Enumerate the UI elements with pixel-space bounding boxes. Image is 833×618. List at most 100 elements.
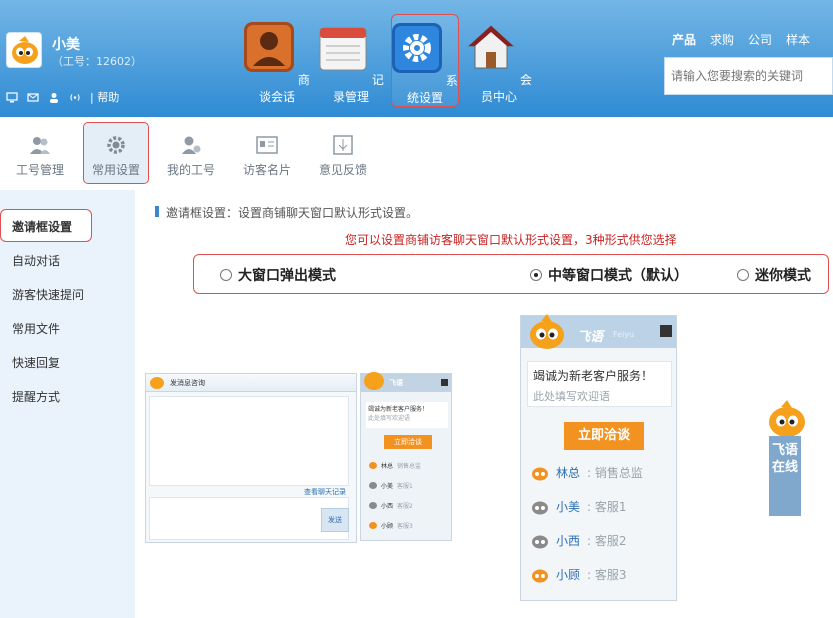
brand-logo: 飞语 bbox=[577, 330, 604, 345]
preview-history-link: 查看聊天记录 bbox=[304, 488, 346, 496]
gear-icon bbox=[392, 23, 443, 73]
brand-logo-subtext: Feiyu bbox=[613, 330, 635, 339]
top-link-company[interactable]: 公司 bbox=[748, 31, 772, 48]
user-name: 小美 bbox=[52, 37, 80, 53]
main-nav-records[interactable]: 记录管理 bbox=[314, 14, 388, 107]
agent-name: 小西 bbox=[381, 503, 394, 510]
agent-avatar-icon bbox=[532, 535, 548, 548]
mode-option-label: 迷你模式 bbox=[755, 268, 811, 284]
agent-avatar-icon bbox=[532, 569, 548, 582]
welcome-text: 此处填写欢迎语 bbox=[368, 415, 411, 422]
sidebar-item-reminder-mode[interactable]: 提醒方式 bbox=[12, 388, 60, 405]
sub-nav-visitor-card[interactable]: 访客名片 bbox=[237, 130, 297, 178]
sub-nav-label: 意见反馈 bbox=[318, 163, 367, 177]
mode-option-label: 大窗口弹出模式 bbox=[238, 268, 336, 284]
agent-avatar-icon bbox=[369, 482, 377, 489]
help-link[interactable]: | 帮助 bbox=[90, 89, 119, 105]
agent-name: 林总 bbox=[381, 463, 394, 470]
user-gear-icon bbox=[182, 136, 201, 154]
top-link-products[interactable]: 产品 bbox=[672, 31, 696, 48]
main-nav: 商谈会话 记录管理 系统设置 会员中心 bbox=[240, 14, 536, 107]
users-icon bbox=[30, 137, 50, 154]
bird-mascot-icon bbox=[150, 377, 164, 389]
search-input[interactable] bbox=[664, 57, 833, 95]
radio-button-checked[interactable] bbox=[530, 269, 542, 281]
agent-role: : 销售总监 bbox=[587, 466, 643, 480]
preview-input-area bbox=[149, 497, 349, 540]
agent-name: 小美 bbox=[381, 483, 394, 490]
agent-avatar-icon bbox=[532, 467, 548, 480]
radio-button[interactable] bbox=[220, 269, 232, 281]
agent-row: 小西 客服2 bbox=[369, 501, 413, 510]
radio-button[interactable] bbox=[737, 269, 749, 281]
mail-icon[interactable] bbox=[27, 92, 39, 103]
broadcast-icon[interactable] bbox=[69, 92, 81, 103]
panel-header: 飞语 Feiyu bbox=[521, 314, 676, 349]
sub-nav-label: 访客名片 bbox=[242, 163, 291, 177]
bird-mascot-icon bbox=[12, 36, 38, 64]
agent-row: 林总: 销售总监 bbox=[531, 464, 671, 481]
play-icon bbox=[660, 325, 672, 337]
sub-nav-label: 我的工号 bbox=[166, 163, 215, 177]
user-avatar[interactable] bbox=[6, 32, 42, 68]
agent-row: 林总 销售总监 bbox=[369, 461, 421, 470]
mode-option-large-popup[interactable]: 大窗口弹出模式 bbox=[220, 265, 336, 285]
sidebar-item-invite-box[interactable]: 邀请框设置 bbox=[12, 218, 72, 235]
greeting-text: 竭诚为新老客户服务！ bbox=[368, 406, 429, 413]
greeting-text: 竭诚为新老客户服务！ bbox=[533, 369, 654, 383]
top-links: 产品 求购 公司 样本 bbox=[672, 31, 810, 48]
agent-avatar-icon bbox=[369, 522, 377, 529]
agent-name: 小顾 bbox=[381, 523, 394, 530]
main-nav-label: 系统设置 bbox=[406, 74, 458, 105]
brand-logo: 飞语 bbox=[389, 379, 403, 387]
main-nav-system-settings[interactable]: 系统设置 bbox=[391, 14, 459, 107]
agent-row: 小西: 客服2 bbox=[531, 532, 671, 549]
mode-tip-text: 您可以设置商铺访客聊天窗口默认形式设置，3种形式供您选择 bbox=[345, 233, 677, 247]
mode-option-medium-default[interactable]: 中等窗口模式（默认） bbox=[530, 265, 688, 285]
house-icon bbox=[467, 25, 515, 69]
sidebar-item-quick-reply[interactable]: 快速回复 bbox=[12, 354, 60, 371]
section-marker bbox=[155, 206, 159, 217]
mode-option-mini[interactable]: 迷你模式 bbox=[737, 265, 811, 285]
agent-role: 销售总监 bbox=[397, 463, 422, 470]
sub-nav-feedback[interactable]: 意见反馈 bbox=[313, 130, 373, 178]
top-link-purchase[interactable]: 求购 bbox=[710, 31, 734, 48]
agent-role: 客服2 bbox=[397, 503, 413, 510]
preview-title-bar: 发消息咨询 bbox=[146, 374, 356, 392]
agent-role: 客服3 bbox=[397, 523, 413, 530]
sidebar-item-auto-dialog[interactable]: 自动对话 bbox=[12, 252, 60, 269]
preview-send-button: 发送 bbox=[321, 508, 349, 532]
play-icon bbox=[441, 379, 448, 386]
sub-nav-staff-management[interactable]: 工号管理 bbox=[10, 130, 70, 178]
agent-role: : 客服1 bbox=[587, 500, 627, 514]
welcome-text: 此处填写欢迎语 bbox=[533, 390, 610, 403]
agent-name: 小西 bbox=[556, 534, 581, 548]
large-window-preview: 发消息咨询 查看聊天记录 发送 bbox=[145, 373, 357, 543]
contact-person-icon bbox=[244, 22, 295, 72]
greeting-box: 竭诚为新老客户服务！ 此处填写欢迎语 bbox=[366, 402, 448, 428]
mini-mode-widget-preview: 飞语在线 bbox=[764, 398, 812, 516]
user-id: （工号：12602） bbox=[52, 55, 142, 68]
main-nav-member-center[interactable]: 会员中心 bbox=[462, 14, 536, 107]
bird-mascot-icon bbox=[769, 400, 805, 437]
sub-nav-common-settings[interactable]: 常用设置 bbox=[86, 130, 146, 178]
user-icon[interactable] bbox=[48, 92, 60, 103]
main-nav-label: 记录管理 bbox=[332, 73, 384, 104]
bird-mascot-icon bbox=[530, 314, 564, 349]
agent-name: 小美 bbox=[556, 500, 581, 514]
sub-nav-my-staff-id[interactable]: 我的工号 bbox=[161, 130, 221, 178]
main-nav-chat[interactable]: 商谈会话 bbox=[240, 14, 314, 107]
sidebar-item-common-files[interactable]: 常用文件 bbox=[12, 320, 60, 337]
agent-row: 小顾: 客服3 bbox=[531, 566, 671, 583]
online-label: 飞语在线 bbox=[769, 436, 801, 516]
agent-row: 小美 客服1 bbox=[369, 481, 413, 490]
top-link-samples[interactable]: 样本 bbox=[786, 31, 810, 48]
monitor-icon[interactable] bbox=[6, 91, 18, 103]
chat-now-button: 立即洽谈 bbox=[384, 435, 432, 449]
agent-name: 小顾 bbox=[556, 568, 581, 582]
agent-avatar-icon bbox=[369, 502, 377, 509]
bird-mascot-icon bbox=[364, 372, 384, 390]
agent-avatar-icon bbox=[369, 462, 377, 469]
top-header: 小美 （工号：12602） | 帮助 商谈会话 记录管理 系统设置 会员中心 产… bbox=[0, 0, 833, 117]
sidebar-item-visitor-quick-question[interactable]: 游客快速提问 bbox=[12, 286, 84, 303]
